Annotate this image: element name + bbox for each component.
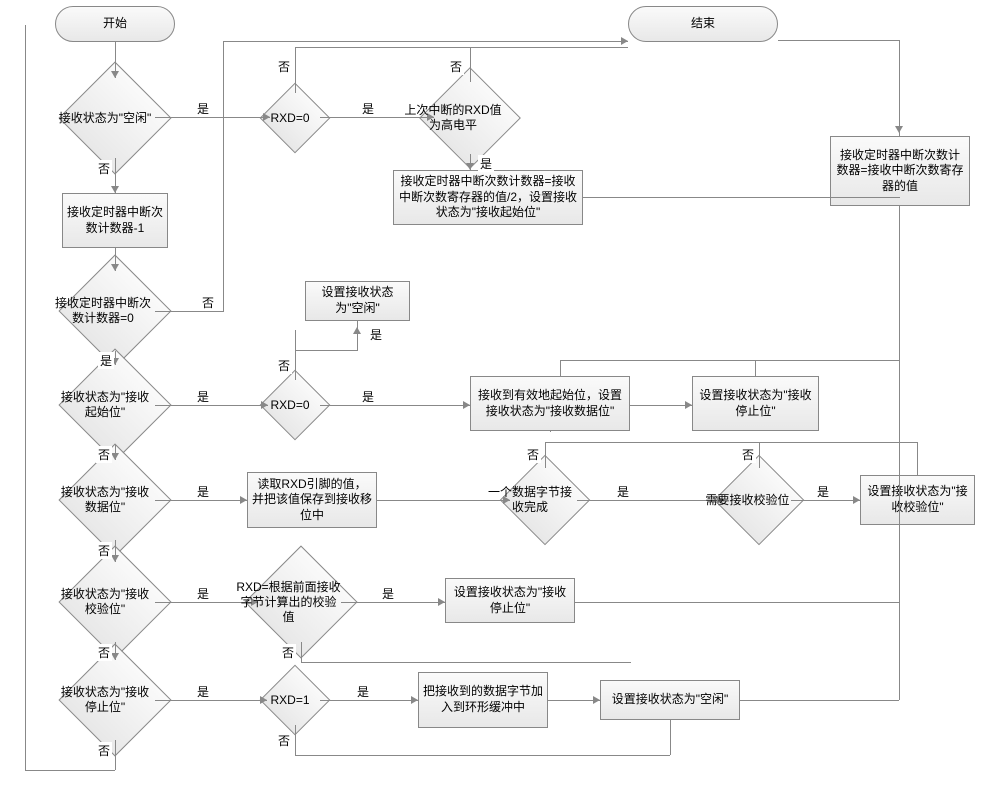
d2: RXD=0 [270,93,320,143]
start-terminal: 开始 [55,6,175,42]
d7: 一个数据字节接收完成 [513,468,577,532]
p11: 设置接收状态为"空闲" [600,680,740,720]
d13: RXD=1 [270,675,320,725]
p6: 设置接收状态为"接收停止位" [692,376,819,431]
d6: RXD=0 [270,380,320,430]
d8: 需要接收校验位 [727,468,791,532]
p8: 设置接收状态为"接收校验位" [860,475,975,525]
start-label: 开始 [103,16,127,32]
d5: 接收状态为"接收起始位" [75,365,155,445]
p4: 设置接收状态为"空闲" [305,281,410,321]
p10: 把接收到的数据字节加入到环形缓冲中 [418,672,548,728]
p3: 接收定时器中断次数计数器=接收中断次数寄存器的值 [830,136,970,206]
d4: 接收定时器中断次数计数器=0 [75,271,155,351]
p1: 接收定时器中断次数计数器-1 [62,193,168,248]
d9: 接收状态为"接收数据位" [75,460,155,540]
d1: 接收状态为"空闲" [75,78,155,158]
d3: 上次中断的RXD值为高电平 [434,82,506,154]
p7: 读取RXD引脚的值，并把该值保存到接收移位中 [247,472,377,528]
d10: 接收状态为"接收校验位" [75,562,155,642]
p9: 设置接收状态为"接收停止位" [445,578,575,623]
d11: RXD=根据前面接收字节计算出的校验值 [261,562,341,642]
d12: 接收状态为"接收停止位" [75,660,155,740]
end-label: 结束 [691,16,715,32]
end-terminal: 结束 [628,6,778,42]
lbl-yes: 是 [195,100,211,117]
lbl-no: 否 [96,160,112,177]
p2: 接收定时器中断次数计数器=接收中断次数寄存器的值/2，设置接收状态为"接收起始位… [393,170,583,225]
p5: 接收到有效地起始位，设置接收状态为"接收数据位" [470,376,630,431]
